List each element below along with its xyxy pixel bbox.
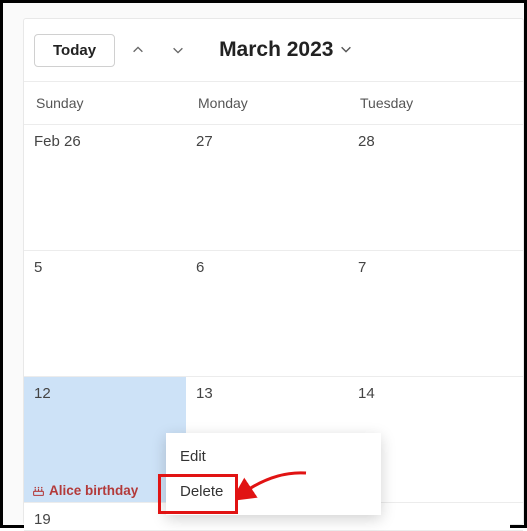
day-cell[interactable]: 27 — [186, 125, 348, 250]
day-cell[interactable]: 5 — [24, 251, 186, 376]
today-button[interactable]: Today — [34, 34, 115, 67]
day-cell[interactable]: 7 — [348, 251, 510, 376]
menu-item-edit[interactable]: Edit — [166, 439, 381, 474]
week-row: 5 6 7 — [24, 251, 523, 377]
weekday-header: Sunday — [24, 82, 186, 124]
weekday-header: Monday — [186, 82, 348, 124]
month-picker[interactable]: March 2023 — [219, 38, 353, 62]
day-cell[interactable]: 6 — [186, 251, 348, 376]
day-cell[interactable]: 28 — [348, 125, 510, 250]
calendar-toolbar: Today March 2023 — [24, 19, 523, 81]
day-cell-selected[interactable]: 12 Alice birthday — [24, 377, 186, 502]
event-label: Alice birthday — [49, 483, 138, 498]
week-row: Feb 26 27 28 — [24, 125, 523, 251]
chevron-up-icon — [131, 43, 145, 57]
menu-item-delete[interactable]: Delete — [166, 474, 381, 509]
chevron-down-icon — [339, 38, 353, 62]
day-number: 12 — [34, 385, 51, 402]
day-cell[interactable]: Feb 26 — [24, 125, 186, 250]
day-cell[interactable]: 19 — [24, 503, 186, 530]
event-chip[interactable]: Alice birthday — [32, 483, 138, 498]
weekday-header-row: Sunday Monday Tuesday — [24, 81, 523, 125]
chevron-down-icon — [171, 43, 185, 57]
month-label: March 2023 — [219, 38, 333, 62]
next-month-button[interactable] — [161, 33, 195, 67]
context-menu: Edit Delete — [166, 433, 381, 515]
weekday-header: Tuesday — [348, 82, 510, 124]
prev-month-button[interactable] — [121, 33, 155, 67]
birthday-cake-icon — [32, 484, 45, 497]
